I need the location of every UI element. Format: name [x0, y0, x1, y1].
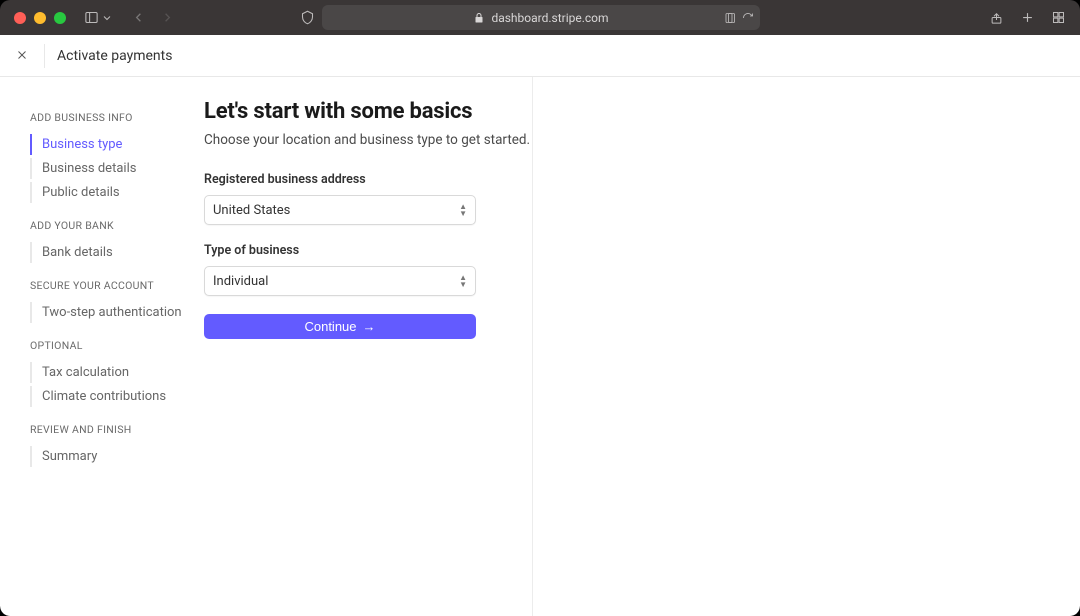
page-title: Activate payments	[57, 48, 172, 64]
refresh-icon[interactable]	[742, 12, 754, 24]
sidebar-item-label: Tax calculation	[42, 365, 129, 380]
sidebar-item-summary[interactable]: Summary	[30, 446, 204, 467]
window-close-dot[interactable]	[14, 12, 26, 24]
reader-icon[interactable]	[724, 12, 736, 24]
continue-button[interactable]: Continue →	[204, 314, 476, 339]
nav-back-button[interactable]	[131, 10, 146, 25]
sidebar-item-climate-contributions[interactable]: Climate contributions	[30, 386, 204, 407]
window-controls	[14, 12, 66, 24]
continue-label: Continue	[304, 319, 356, 334]
main-form: Let's start with some basics Choose your…	[204, 77, 506, 616]
address-bar[interactable]: dashboard.stripe.com	[322, 5, 760, 30]
sidebar-item-label: Two-step authentication	[42, 305, 182, 320]
share-icon[interactable]	[989, 10, 1004, 25]
nav-section-title: REVIEW AND FINISH	[30, 423, 204, 436]
sidebar-item-label: Business details	[42, 161, 136, 176]
subheading: Choose your location and business type t…	[204, 132, 476, 148]
sidebar-item-label: Summary	[42, 449, 97, 464]
sidebar-item-label: Bank details	[42, 245, 113, 260]
sidebar-item-label: Climate contributions	[42, 389, 166, 404]
business-type-select[interactable]: Individual ▲▼	[204, 266, 476, 296]
new-tab-icon[interactable]	[1020, 10, 1035, 25]
sidebar-item-tax-calculation[interactable]: Tax calculation	[30, 362, 204, 383]
left-navigation: ADD BUSINESS INFO Business type Business…	[0, 77, 204, 616]
window-minimize-dot[interactable]	[34, 12, 46, 24]
nav-forward-button[interactable]	[160, 10, 175, 25]
nav-section-title: OPTIONAL	[30, 339, 204, 352]
address-url: dashboard.stripe.com	[491, 11, 608, 25]
tabs-overview-icon[interactable]	[1051, 10, 1066, 25]
window-zoom-dot[interactable]	[54, 12, 66, 24]
arrow-right-icon: →	[363, 319, 376, 334]
browser-title-bar: dashboard.stripe.com	[0, 0, 1080, 35]
sidebar-item-two-step-auth[interactable]: Two-step authentication	[30, 302, 204, 323]
page-header: Activate payments	[0, 35, 1080, 77]
right-preview-pane	[532, 77, 1080, 616]
chevron-up-down-icon: ▲▼	[459, 275, 467, 288]
business-type-value: Individual	[213, 274, 268, 289]
nav-section-title: ADD YOUR BANK	[30, 219, 204, 232]
address-label: Registered business address	[204, 172, 476, 187]
sidebar-item-label: Public details	[42, 185, 120, 200]
sidebar-item-label: Business type	[42, 137, 122, 152]
type-label: Type of business	[204, 243, 476, 258]
close-icon[interactable]	[12, 42, 32, 69]
sidebar-item-business-details[interactable]: Business details	[30, 158, 204, 179]
sidebar-item-bank-details[interactable]: Bank details	[30, 242, 204, 263]
sidebar-item-public-details[interactable]: Public details	[30, 182, 204, 203]
heading: Let's start with some basics	[204, 99, 476, 124]
country-select[interactable]: United States ▲▼	[204, 195, 476, 225]
nav-section-title: ADD BUSINESS INFO	[30, 111, 204, 124]
divider	[44, 44, 45, 68]
lock-icon	[473, 12, 485, 24]
chevron-up-down-icon: ▲▼	[459, 204, 467, 217]
privacy-shield-icon[interactable]	[300, 10, 315, 25]
sidebar-item-business-type[interactable]: Business type	[30, 134, 204, 155]
nav-section-title: SECURE YOUR ACCOUNT	[30, 279, 204, 292]
country-select-value: United States	[213, 203, 290, 218]
sidebar-toggle-button[interactable]	[84, 10, 113, 25]
